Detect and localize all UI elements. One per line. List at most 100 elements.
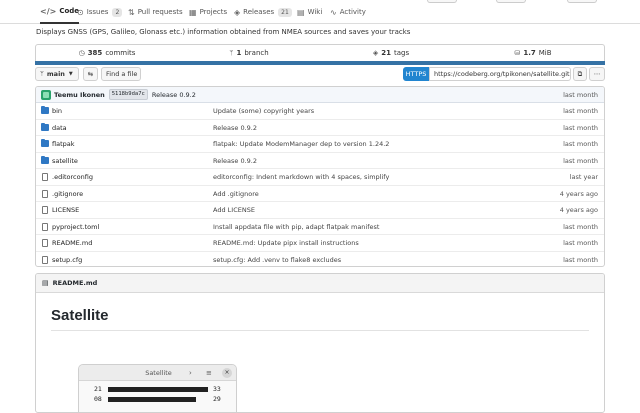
file-row[interactable]: satellite Release 0.9.2 last month: [36, 153, 604, 169]
pulse-icon: ∿: [330, 7, 337, 17]
file-name[interactable]: bin: [52, 103, 62, 119]
satellite-prn: 21: [94, 385, 102, 393]
tab-releases[interactable]: ◈ Releases 21: [234, 0, 292, 24]
folder-icon: [41, 139, 49, 147]
tab-code[interactable]: </> Code: [40, 0, 80, 24]
file-time: 4 years ago: [559, 189, 598, 198]
file-time: last year: [569, 173, 598, 181]
app-screenshot-window: Satellite › ≡ × 21 33 08 29: [78, 364, 237, 412]
repo-stats-bar: ◷ 385 commits ᛘ 1 branch ◈ 21 tags ⛁ 1.7…: [35, 44, 605, 61]
file-name[interactable]: .editorconfig: [52, 169, 93, 185]
watch-button-edge[interactable]: [427, 0, 457, 3]
file-commit-message[interactable]: flatpak: Update ModemManager dep to vers…: [213, 136, 389, 152]
tag-icon: ◈: [234, 7, 241, 17]
folder-icon: [41, 122, 49, 131]
project-icon: ▦: [189, 7, 197, 17]
chevron-right-icon: ›: [189, 369, 192, 377]
file-name[interactable]: setup.cfg: [52, 252, 82, 267]
commit-time: last month: [563, 91, 598, 99]
commit-author[interactable]: Teemu Ikonen: [54, 91, 105, 99]
file-list: Teemu Ikonen 5118b9da7c Release 0.9.2 la…: [35, 86, 605, 267]
fork-button-edge[interactable]: [567, 0, 597, 3]
commit-sha[interactable]: 5118b9da7c: [108, 89, 148, 100]
book-icon: ▤: [42, 279, 49, 287]
file-commit-message[interactable]: Add .gitignore: [213, 186, 259, 202]
file-row[interactable]: flatpak flatpak: Update ModemManager dep…: [36, 136, 604, 153]
satellite-snr: 29: [213, 395, 221, 403]
tab-pull-requests[interactable]: ⇅ Pull requests: [128, 0, 183, 24]
file-row[interactable]: data Release 0.9.2 last month: [36, 120, 604, 136]
commit-message[interactable]: Release 0.9.2: [152, 91, 196, 99]
tab-issues[interactable]: ⊙ Issues 2: [77, 0, 123, 24]
file-row[interactable]: bin Update (some) copyright years last m…: [36, 103, 604, 120]
file-row[interactable]: LICENSE Add LICENSE 4 years ago: [36, 202, 604, 219]
compare-button[interactable]: ⇆: [83, 67, 98, 81]
window-title: Satellite: [145, 369, 172, 377]
file-icon: [42, 189, 48, 198]
satellite-row: 21 33: [94, 385, 221, 393]
issues-count-badge: 2: [112, 7, 123, 17]
branches-stat[interactable]: ᛘ 1 branch: [178, 45, 320, 61]
book-icon: ▤: [297, 7, 305, 17]
file-commit-message[interactable]: setup.cfg: Add .venv to flake8 excludes: [213, 252, 341, 267]
readme-filename[interactable]: README.md: [53, 279, 98, 287]
file-row[interactable]: setup.cfg setup.cfg: Add .venv to flake8…: [36, 252, 604, 267]
file-name[interactable]: data: [52, 120, 67, 136]
file-name[interactable]: pyproject.toml: [52, 219, 99, 235]
branch-selector[interactable]: ᛘ main ▼: [35, 67, 79, 81]
file-name[interactable]: .gitignore: [52, 186, 83, 202]
clone-url-field[interactable]: https://codeberg.org/tpikonen/satellite.…: [429, 67, 571, 81]
code-icon: </>: [40, 6, 57, 16]
branch-icon: ᛘ: [229, 49, 234, 57]
copy-url-button[interactable]: ⧉: [573, 67, 587, 81]
window-titlebar: Satellite › ≡ ×: [79, 365, 236, 381]
tab-wiki[interactable]: ▤ Wiki: [297, 0, 322, 24]
issue-icon: ⊙: [77, 7, 84, 17]
database-icon: ⛁: [514, 49, 521, 57]
file-icon: [42, 206, 48, 214]
find-file-button[interactable]: Find a file: [101, 67, 141, 81]
language-bar: [35, 61, 605, 65]
file-row[interactable]: .editorconfig editorconfig: Indent markd…: [36, 169, 604, 186]
star-button-edge[interactable]: [496, 0, 526, 3]
file-row[interactable]: .gitignore Add .gitignore 4 years ago: [36, 186, 604, 202]
file-commit-message[interactable]: Update (some) copyright years: [213, 103, 314, 119]
file-name[interactable]: LICENSE: [52, 202, 79, 218]
tab-projects[interactable]: ▦ Projects: [189, 0, 227, 24]
latest-commit-row: Teemu Ikonen 5118b9da7c Release 0.9.2 la…: [36, 87, 604, 103]
file-time: last month: [563, 140, 598, 148]
clone-protocol-https[interactable]: HTTPS: [403, 67, 429, 81]
branch-icon: ᛘ: [40, 70, 44, 78]
file-commit-message[interactable]: Release 0.9.2: [213, 120, 257, 136]
heading-divider: [51, 330, 589, 331]
satellite-snr: 33: [213, 385, 221, 393]
copy-icon: ⧉: [577, 69, 583, 78]
commits-stat[interactable]: ◷ 385 commits: [36, 45, 178, 61]
file-row[interactable]: README.md README.md: Update pipx install…: [36, 235, 604, 252]
file-icon: [42, 255, 48, 264]
tag-icon: ◈: [372, 49, 379, 57]
file-commit-message[interactable]: Install appdata file with pip, adapt fla…: [213, 219, 379, 235]
file-time: last month: [563, 156, 598, 165]
more-options-button[interactable]: ⋯: [589, 67, 605, 81]
file-commit-message[interactable]: README.md: Update pipx install instructi…: [213, 235, 359, 251]
tab-activity[interactable]: ∿ Activity: [330, 0, 366, 24]
readme-panel: ▤ README.md Satellite Satellite › ≡ × 21…: [35, 273, 605, 413]
tags-stat[interactable]: ◈ 21 tags: [320, 45, 462, 61]
file-time: last month: [563, 107, 598, 115]
file-name[interactable]: README.md: [52, 235, 92, 251]
file-name[interactable]: satellite: [52, 153, 78, 169]
file-commit-message[interactable]: Release 0.9.2: [213, 153, 257, 169]
file-row[interactable]: pyproject.toml Install appdata file with…: [36, 219, 604, 235]
file-name[interactable]: flatpak: [52, 136, 75, 152]
satellite-row: 08 29: [94, 395, 221, 403]
repo-toolbar: ᛘ main ▼ ⇆ Find a file HTTPS https://cod…: [35, 67, 605, 81]
history-icon: ◷: [78, 49, 85, 57]
file-icon: [42, 173, 48, 181]
readme-header: ▤ README.md: [36, 274, 604, 293]
folder-icon: [41, 106, 49, 114]
avatar: [41, 89, 51, 100]
size-stat: ⛁ 1.7 MiB: [514, 49, 552, 57]
file-commit-message[interactable]: Add LICENSE: [213, 202, 255, 218]
file-commit-message[interactable]: editorconfig: Indent markdown with 4 spa…: [213, 169, 389, 185]
